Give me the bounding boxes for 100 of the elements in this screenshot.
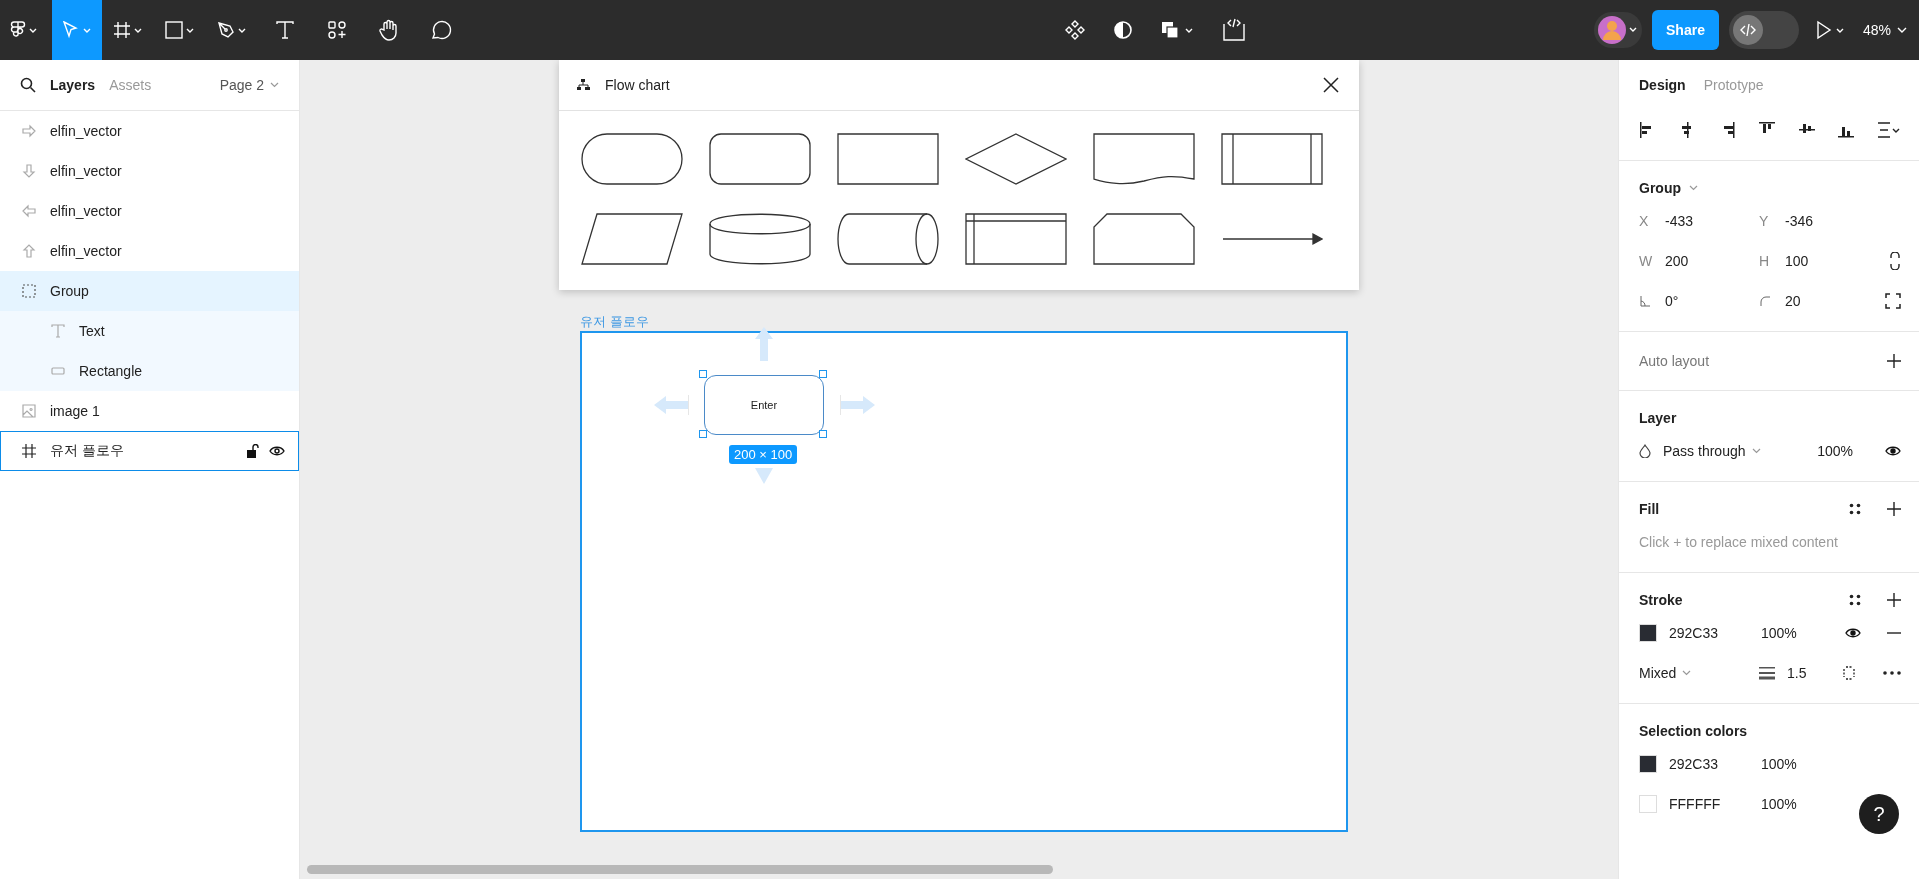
scrollbar[interactable] (307, 865, 1053, 874)
text-icon (51, 324, 65, 338)
unlock-icon[interactable] (247, 444, 259, 458)
plus-icon[interactable] (1887, 354, 1901, 368)
size-badge: 200 × 100 (729, 445, 798, 464)
styles-icon[interactable] (1849, 503, 1861, 515)
pointer-icon (61, 21, 93, 39)
color-swatch[interactable] (1639, 624, 1657, 642)
panel-tab[interactable]: Layers (50, 77, 96, 93)
code-icon (1739, 22, 1756, 38)
eye-icon[interactable] (1845, 627, 1861, 639)
wavy-document-shape[interactable] (1093, 133, 1195, 185)
height-field[interactable]: 100 (1785, 253, 1809, 269)
arrow-up-icon[interactable] (754, 327, 774, 361)
plus-icon[interactable] (1887, 593, 1901, 607)
caret-icon (1689, 185, 1698, 191)
corner-radius-icon (1759, 295, 1771, 307)
color-hex[interactable]: FFFFFF (1669, 796, 1761, 812)
layer-name: Rectangle (79, 363, 143, 379)
resize-handle[interactable] (699, 430, 707, 438)
help-button[interactable]: ? (1859, 794, 1899, 834)
corners-icon[interactable] (1885, 293, 1901, 309)
opacity-field[interactable]: 100% (1761, 625, 1841, 641)
y-field[interactable]: -346 (1785, 213, 1814, 229)
color-swatch[interactable] (1639, 755, 1657, 773)
layer-name: 유저 플로우 (50, 442, 124, 460)
node-text: Enter (750, 399, 778, 411)
arrow-left-icon (22, 204, 36, 218)
layer-row[interactable]: elfin_vector (0, 151, 299, 191)
drop-icon (1639, 444, 1651, 458)
opacity-field[interactable]: 100% (1761, 756, 1841, 772)
color-hex[interactable]: 292C33 (1669, 625, 1761, 641)
layer-row[interactable]: Group (0, 271, 299, 311)
section-title[interactable]: Auto layout (1639, 348, 1710, 374)
layer-row[interactable]: image 1 (0, 391, 299, 431)
arrow-right-icon (22, 124, 36, 138)
zoom-menu[interactable]: 48% (1862, 22, 1907, 38)
layer-name: elfin_vector (50, 163, 122, 179)
stroke-sides-icon[interactable] (1841, 665, 1857, 681)
field-label: W (1639, 253, 1651, 269)
flowchart-icon (577, 79, 591, 91)
pill-shape[interactable] (581, 133, 683, 185)
hash-icon (22, 444, 36, 458)
plus-icon[interactable] (1887, 502, 1901, 516)
styles-icon[interactable] (1849, 594, 1861, 606)
image-icon (22, 404, 36, 418)
cylinder-shape[interactable] (837, 213, 939, 265)
opacity-field[interactable]: 100% (1761, 796, 1841, 812)
layer-row[interactable]: Rectangle (0, 351, 299, 391)
stroke-position-dropdown[interactable]: Mixed (1639, 665, 1759, 681)
opacity-field[interactable]: 100% (1817, 443, 1853, 459)
section-title[interactable]: Group (1639, 175, 1901, 201)
caret-icon (270, 82, 279, 88)
blend-mode-dropdown[interactable]: Pass through (1663, 443, 1761, 459)
stroke-weight-icon (1759, 666, 1775, 680)
distribute-icon[interactable] (1876, 121, 1901, 139)
constrain-icon[interactable] (1889, 252, 1901, 270)
close-icon[interactable] (1323, 77, 1339, 93)
page-selector[interactable]: Page 2 (219, 77, 279, 93)
code-icon[interactable] (1222, 18, 1246, 42)
striped-rectangle-shape[interactable] (1221, 133, 1323, 185)
component-icon[interactable] (1064, 19, 1086, 41)
diamond-shape[interactable] (965, 133, 1067, 185)
search-icon[interactable] (20, 77, 36, 93)
rounded-rectangle-shape[interactable] (709, 133, 811, 185)
flowchart-node[interactable]: Enter (704, 375, 824, 435)
more-icon[interactable] (1883, 671, 1901, 675)
x-field[interactable]: -433 (1665, 213, 1694, 229)
field-label: H (1759, 253, 1771, 269)
stroke-weight-field[interactable]: 1.5 (1787, 665, 1807, 681)
shapes-icon (327, 20, 347, 40)
panel-tab[interactable]: Design (1639, 77, 1686, 93)
corner-radius-field[interactable]: 20 (1785, 293, 1801, 309)
layer-name: Group (50, 283, 89, 299)
eye-icon[interactable] (269, 445, 285, 457)
comment-icon (430, 19, 452, 41)
resize-handle[interactable] (699, 370, 707, 378)
rectangle-shape[interactable] (837, 133, 939, 185)
parallelogram-shape[interactable] (581, 213, 683, 265)
layer-row[interactable]: elfin_vector (0, 231, 299, 271)
layer-name: Text (79, 323, 105, 339)
resize-handle[interactable] (819, 370, 827, 378)
hand-icon (378, 19, 400, 41)
grid-rectangle-shape[interactable] (965, 213, 1067, 265)
layer-name: elfin_vector (50, 243, 122, 259)
panel-title: Flow chart (605, 77, 670, 93)
avatar-menu[interactable] (1594, 12, 1643, 48)
rotation-field[interactable]: 0° (1665, 293, 1679, 309)
layer-row[interactable]: Text (0, 311, 299, 351)
dev-mode-toggle[interactable] (1728, 11, 1799, 49)
layer-row[interactable]: elfin_vector (0, 111, 299, 151)
width-field[interactable]: 200 (1665, 253, 1689, 269)
resize-handle[interactable] (819, 430, 827, 438)
color-swatch[interactable] (1639, 795, 1657, 813)
layer-row[interactable]: elfin_vector (0, 191, 299, 231)
text-icon (275, 20, 295, 40)
eye-icon[interactable] (1885, 445, 1901, 457)
layer-row[interactable]: 유저 플로우 (0, 431, 299, 471)
half-circle-icon[interactable] (1112, 19, 1134, 41)
color-hex[interactable]: 292C33 (1669, 756, 1761, 772)
